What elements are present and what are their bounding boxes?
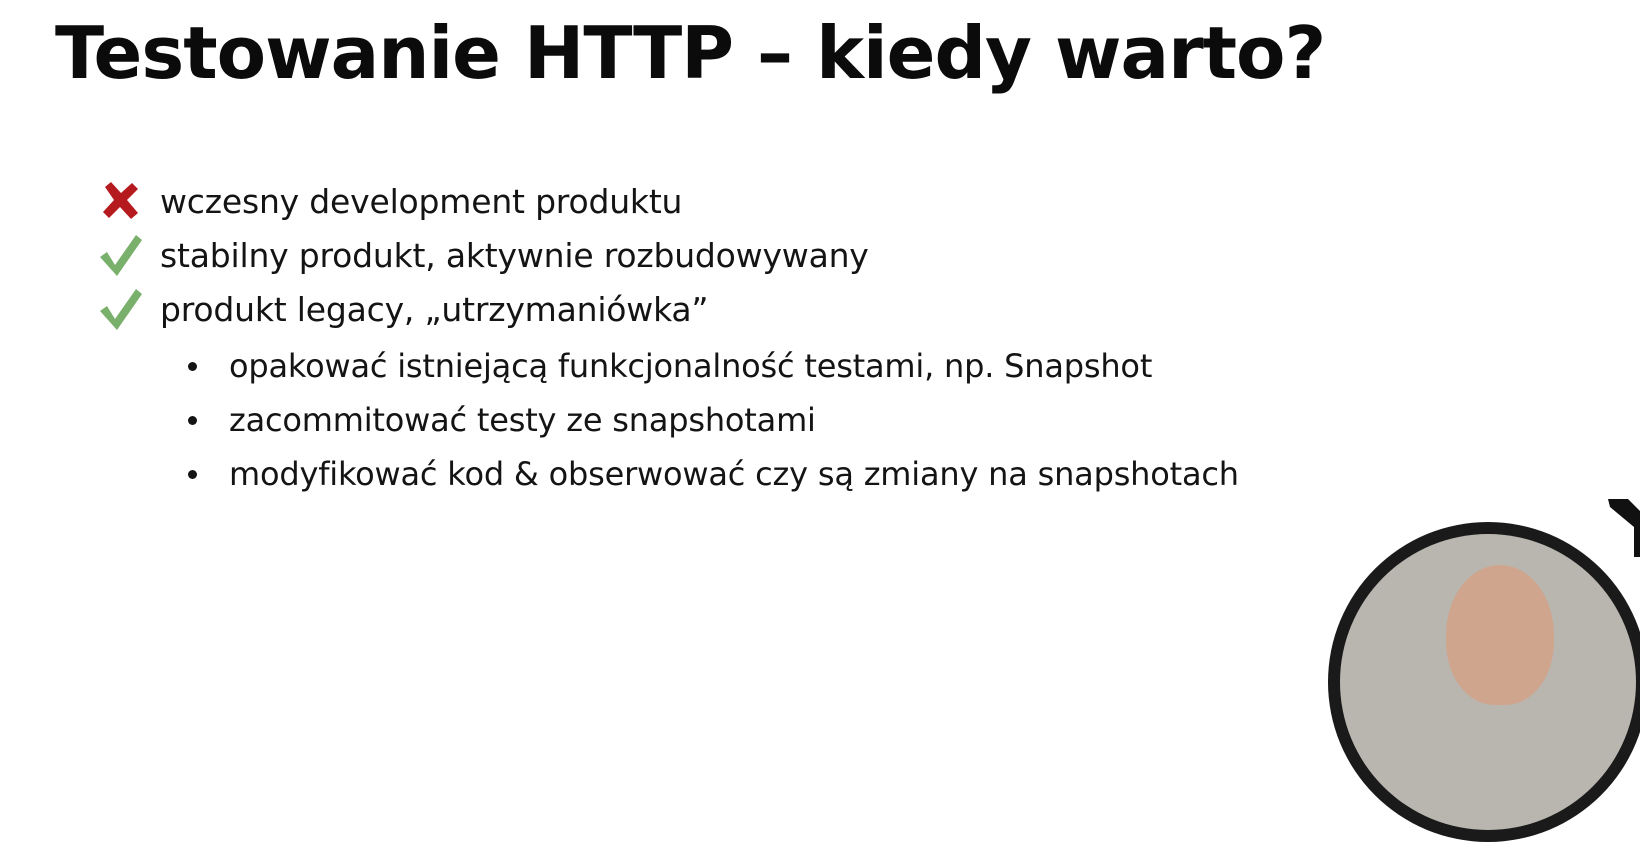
list-item-text: stabilny produkt, aktywnie rozbudowywany	[160, 235, 869, 275]
sub-list-item: opakować istniejącą funkcjonalność testa…	[188, 341, 1152, 391]
list-item-legacy-product: produkt legacy, „utrzymaniówka”	[98, 284, 709, 334]
checkmark-icon	[100, 289, 142, 330]
list-item-early-development: wczesny development produktu	[98, 176, 682, 226]
sub-list-item-text: modyfikować kod & obserwować czy są zmia…	[229, 455, 1239, 493]
sub-list-item-text: opakować istniejącą funkcjonalność testa…	[229, 347, 1153, 385]
sub-list-item: zacommitować testy ze snapshotami	[188, 395, 816, 445]
presenter-head	[1446, 565, 1554, 705]
decorative-mark-icon	[1608, 499, 1640, 557]
bullet-dot	[188, 415, 197, 425]
cross-icon	[103, 182, 138, 219]
sub-list-item-text: zacommitować testy ze snapshotami	[229, 401, 816, 439]
sub-list-item: modyfikować kod & obserwować czy są zmia…	[188, 449, 1239, 499]
list-item-text: wczesny development produktu	[160, 181, 683, 221]
bullet-dot	[188, 361, 197, 371]
checkmark-icon	[100, 235, 142, 276]
list-item-text: produkt legacy, „utrzymaniówka”	[160, 289, 709, 329]
bullet-dot	[188, 469, 197, 479]
list-item-stable-product: stabilny produkt, aktywnie rozbudowywany	[98, 230, 869, 280]
bullet-list: wczesny development produktu stabilny pr…	[0, 0, 1640, 607]
